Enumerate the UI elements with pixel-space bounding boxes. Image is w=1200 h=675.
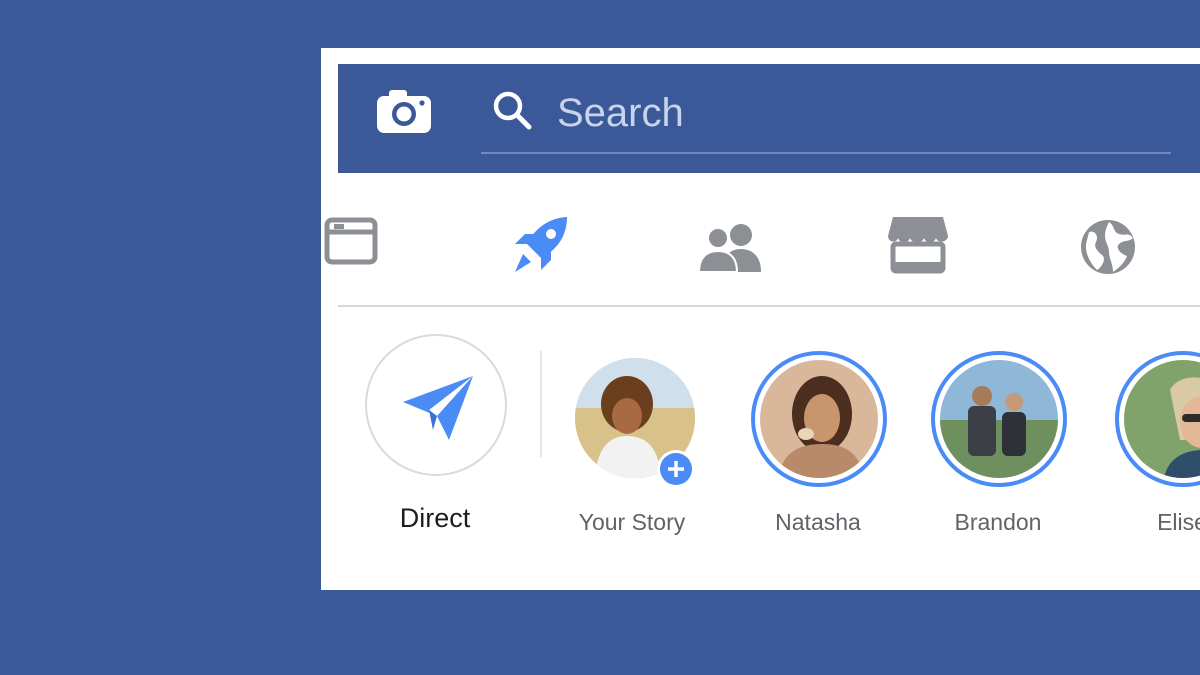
paper-plane-icon bbox=[403, 376, 473, 440]
stories-separator bbox=[540, 351, 542, 457]
nav-tabs bbox=[321, 208, 1200, 288]
direct-button[interactable]: Direct bbox=[355, 331, 515, 533]
story-natasha[interactable]: Natasha bbox=[738, 331, 898, 535]
story-label: Elise bbox=[1157, 509, 1200, 535]
camera-icon[interactable] bbox=[376, 88, 432, 134]
add-story-badge[interactable] bbox=[657, 450, 695, 488]
app-panel: Direct Your Story bbox=[321, 48, 1200, 590]
story-label: Your Story bbox=[578, 509, 686, 535]
story-elise[interactable]: Elise bbox=[1102, 331, 1200, 535]
tab-marketplace[interactable] bbox=[887, 214, 949, 279]
news-feed-icon bbox=[324, 217, 378, 265]
avatar bbox=[931, 351, 1067, 487]
direct-circle bbox=[365, 334, 507, 476]
avatar bbox=[1115, 351, 1200, 487]
tab-rocket[interactable] bbox=[509, 214, 571, 283]
story-label: Brandon bbox=[954, 509, 1042, 535]
search-bar[interactable] bbox=[481, 82, 1171, 154]
plus-icon bbox=[660, 453, 692, 485]
tab-friends[interactable] bbox=[697, 222, 762, 279]
marketplace-icon bbox=[888, 217, 948, 274]
tabs-divider bbox=[338, 305, 1200, 307]
friends-icon bbox=[697, 224, 761, 273]
direct-label: Direct bbox=[399, 503, 471, 533]
tab-globe[interactable] bbox=[1079, 218, 1137, 281]
story-your-story[interactable]: Your Story bbox=[552, 331, 712, 535]
avatar bbox=[751, 351, 887, 487]
search-input[interactable] bbox=[555, 86, 1159, 140]
story-brandon[interactable]: Brandon bbox=[918, 331, 1078, 535]
tab-news-feed[interactable] bbox=[324, 214, 378, 273]
search-icon bbox=[491, 89, 535, 133]
globe-icon bbox=[1081, 220, 1135, 274]
rocket-icon bbox=[515, 217, 567, 272]
story-label: Natasha bbox=[775, 509, 861, 535]
top-bar bbox=[338, 64, 1200, 173]
